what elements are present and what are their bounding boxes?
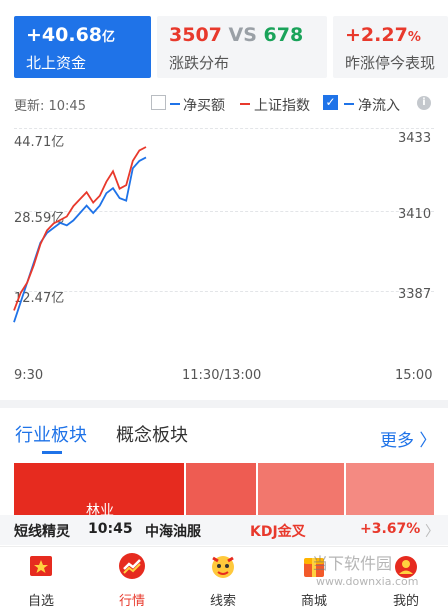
nav-label: 我的 (392, 594, 419, 609)
y-right-tick: 3433 (398, 131, 432, 146)
y-left-tick: 12.47亿 (14, 291, 65, 306)
net-buy-label: 净买额 (183, 98, 225, 114)
card-limit-up[interactable]: +2.27% 昨涨停今表现 (333, 16, 448, 78)
ticker-change: +3.67% (360, 521, 421, 537)
sector-block[interactable] (186, 463, 256, 515)
clue-icon (212, 556, 234, 578)
card-rise-fall[interactable]: 3507 VS 678 涨跌分布 (157, 16, 327, 78)
grid-line (14, 291, 434, 292)
tab-indicator (42, 451, 62, 454)
sector-block[interactable] (258, 463, 344, 515)
watermark: 当下软件园 (312, 554, 393, 573)
more-link[interactable]: 更多 〉 (380, 426, 436, 451)
nav-market[interactable]: 行情 (102, 548, 162, 609)
market-icon (119, 553, 145, 579)
nav-watchlist[interactable]: 自选 (11, 548, 71, 609)
chevron-right-icon: 〉 (419, 431, 437, 451)
rise-fall-label: 涨跌分布 (169, 54, 230, 72)
section-divider (0, 400, 448, 408)
grid-line (14, 211, 434, 212)
northbound-label: 北上资金 (26, 54, 87, 72)
card-northbound-funds[interactable]: +40.68亿 北上资金 (14, 16, 151, 78)
nav-label: 商城 (300, 594, 327, 609)
y-left-tick: 44.71亿 (14, 135, 65, 150)
watchlist-icon (30, 556, 52, 576)
limit-up-value: +2.27% (345, 24, 421, 46)
nav-label: 线索 (209, 594, 236, 609)
ticker-signal: KDJ金叉 (250, 524, 306, 540)
net-inflow-label: 净流入 (358, 98, 400, 114)
grid-line (14, 128, 434, 129)
index-line (13, 146, 147, 311)
index-swatch (240, 103, 250, 105)
limit-up-label: 昨涨停今表现 (345, 54, 436, 72)
rise-fall-value: 3507 VS 678 (169, 24, 304, 46)
sector-block[interactable] (346, 463, 434, 515)
y-right-tick: 3410 (398, 207, 432, 222)
net-inflow-checkbox[interactable]: ✓ (323, 95, 338, 110)
watermark-url: www.downxia.com (316, 575, 419, 588)
nav-label: 行情 (118, 594, 145, 609)
tab-industry[interactable]: 行业板块 (15, 421, 87, 447)
tab-concept[interactable]: 概念板块 (116, 421, 188, 447)
info-icon[interactable]: i (417, 96, 431, 110)
y-left-tick: 28.59亿 (14, 211, 65, 226)
northbound-value: +40.68亿 (26, 24, 116, 46)
ticker-stock: 中海油服 (145, 524, 201, 540)
nav-label: 自选 (27, 594, 54, 609)
index-label: 上证指数 (254, 98, 310, 114)
y-right-tick: 3387 (398, 287, 432, 302)
ticker-chevron-icon: 〉 (425, 524, 439, 540)
net-buy-checkbox[interactable] (151, 95, 166, 110)
ticker-time: 10:45 (88, 521, 133, 537)
ticker-name: 短线精灵 (14, 524, 70, 540)
net-inflow-swatch (344, 103, 354, 105)
x-tick: 9:30 (14, 368, 44, 383)
update-time: 更新: 10:45 (14, 99, 86, 114)
x-tick: 15:00 (395, 368, 433, 383)
nav-clues[interactable]: 线索 (193, 548, 253, 609)
x-tick: 11:30/13:00 (182, 368, 262, 383)
net-buy-swatch (170, 103, 180, 105)
